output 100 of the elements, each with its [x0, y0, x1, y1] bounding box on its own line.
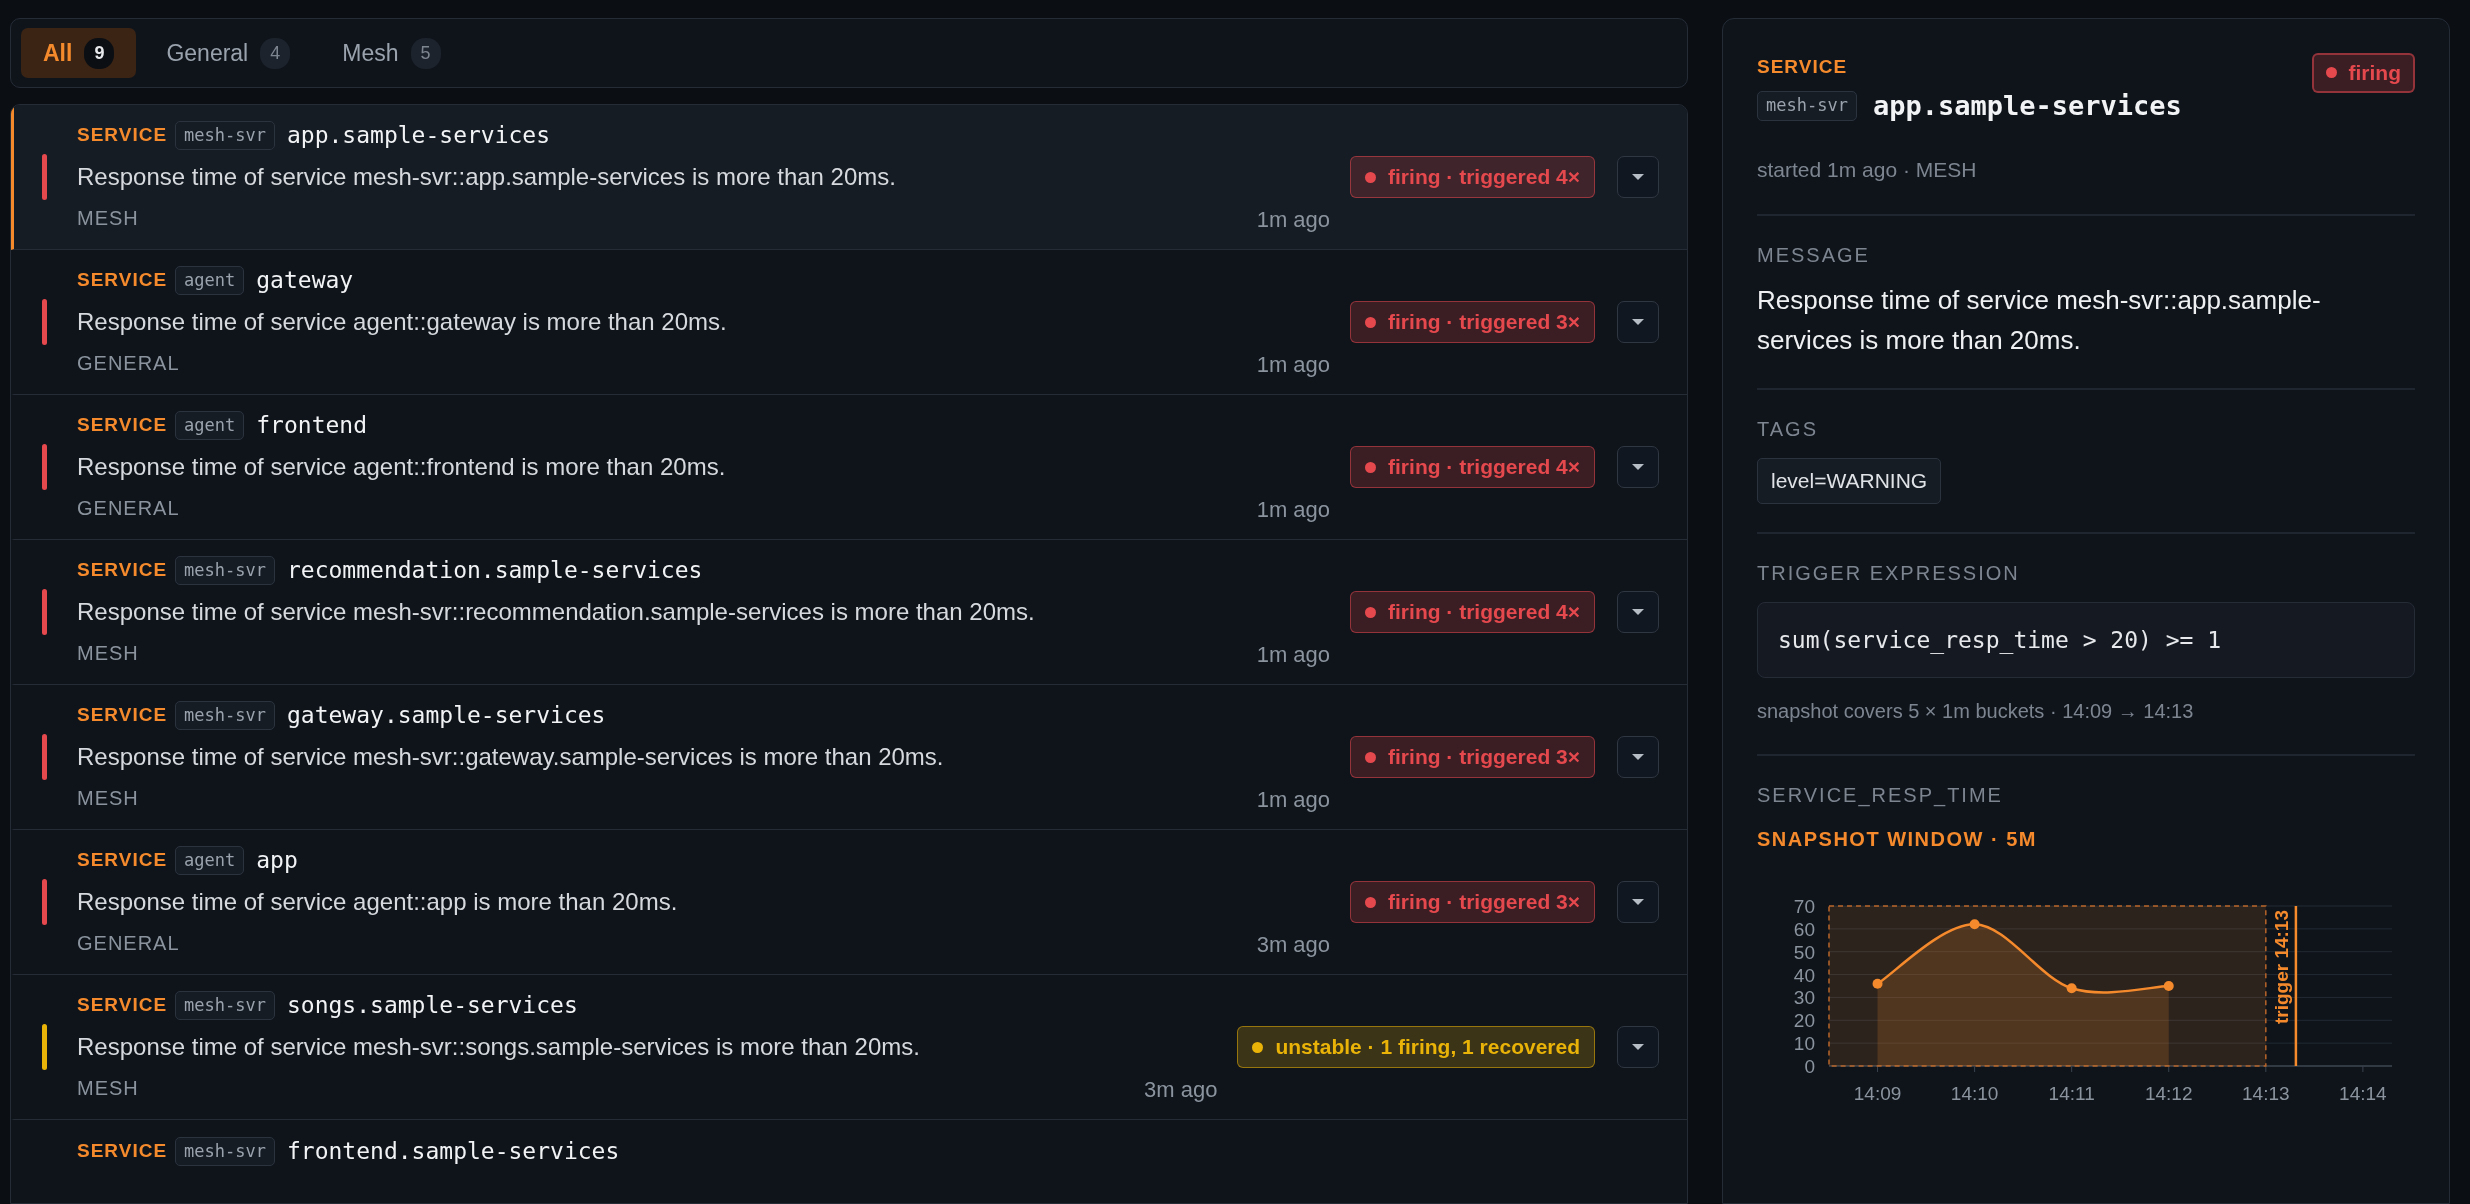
- alert-row[interactable]: SERVICE mesh-svr gateway.sample-services Response time of service mesh-svr::gateway.sample-services is more than 20ms. MESH 1m ago firing · triggered 3×: [11, 685, 1687, 830]
- x-tick-label: 14:09: [1853, 1083, 1902, 1105]
- group-label: GENERAL: [77, 350, 180, 376]
- category-label: SERVICE: [77, 1139, 168, 1163]
- scope-tag: mesh-svr: [175, 990, 275, 1021]
- alert-row[interactable]: SERVICE mesh-svr app.sample-services Response time of service mesh-svr::app.sample-services is more than 20ms. MESH 1m ago firing · triggered 4×: [11, 105, 1687, 250]
- time-ago: 1m ago: [1256, 205, 1331, 234]
- scope-tag: mesh-svr: [175, 1136, 275, 1166]
- section-label: SERVICE_RESP_TIME: [1757, 783, 2004, 809]
- time-ago: 1m ago: [1256, 495, 1331, 524]
- scope-tag: mesh-svr: [175, 700, 275, 731]
- section-label: TAGS: [1757, 417, 1819, 443]
- data-point: [2066, 983, 2077, 994]
- tab-label: General: [166, 38, 249, 68]
- time-ago: 1m ago: [1256, 350, 1331, 379]
- alert-message: Response time of service mesh-svr::songs.sample-services is more than 20ms.: [77, 1031, 921, 1062]
- group-label: GENERAL: [77, 495, 180, 521]
- y-tick-label: 40: [1793, 964, 1815, 986]
- y-tick-label: 10: [1793, 1033, 1815, 1055]
- scope-tag: agent: [175, 410, 245, 441]
- caret-icon: [1631, 608, 1645, 616]
- alert-message: Response time of service mesh-svr::recommendation.sample-services is more than 20ms.: [77, 596, 1036, 627]
- scope-tag: mesh-svr: [175, 120, 275, 151]
- alert-message: Response time of service mesh-svr::app.sample-services is more than 20ms.: [1757, 283, 2322, 357]
- scope-tag: agent: [175, 845, 245, 876]
- scope-tag: agent: [175, 265, 245, 296]
- scope-tag: mesh-svr: [1757, 91, 1857, 121]
- x-tick-label: 14:11: [2048, 1083, 2095, 1105]
- expand-button[interactable]: [1617, 736, 1659, 778]
- time-ago: 3m ago: [1144, 1075, 1218, 1104]
- expand-button[interactable]: [1617, 156, 1659, 198]
- caret-icon: [1631, 753, 1645, 761]
- caret-icon: [1631, 463, 1645, 471]
- tag-chip: level=WARNING: [1757, 458, 1942, 504]
- alert-row[interactable]: SERVICE agent gateway Response time of service agent::gateway is more than 20ms. GENERAL 1m ago firing · triggered 3×: [11, 250, 1687, 395]
- expand-button[interactable]: [1617, 1026, 1659, 1068]
- category-label: SERVICE: [77, 993, 168, 1018]
- count-badge: 5: [410, 37, 441, 69]
- expand-button[interactable]: [1617, 301, 1659, 343]
- x-tick-label: 14:10: [1950, 1083, 1999, 1105]
- expand-button[interactable]: [1617, 881, 1659, 923]
- y-tick-label: 30: [1793, 987, 1815, 1009]
- x-tick-label: 14:13: [2242, 1083, 2290, 1105]
- status-badge: unstable · 1 firing, 1 recovered: [1237, 1026, 1595, 1068]
- service-name: recommendation.sample-services: [286, 556, 703, 586]
- group-label: MESH: [77, 785, 139, 811]
- snapshot-note: snapshot covers 5 × 1m buckets · 14:09 → 14:13: [1757, 699, 2195, 725]
- category-label: SERVICE: [77, 268, 168, 293]
- status-badge: firing · triggered 3×: [1350, 736, 1595, 778]
- filter-tab[interactable]: Mesh 5: [320, 27, 463, 79]
- alert-message: Response time of service agent::app is more than 20ms.: [77, 886, 679, 917]
- time-ago: 3m ago: [1256, 930, 1331, 959]
- category-label: SERVICE: [77, 558, 168, 583]
- alert-row[interactable]: SERVICE mesh-svr songs.sample-services Response time of service mesh-svr::songs.sample-services is more than 20ms. MESH 3m ago unstable · 1 firing, 1 recovered: [11, 975, 1687, 1120]
- chart-title: SNAPSHOT WINDOW · 5M: [1757, 827, 2038, 853]
- caret-icon: [1631, 1043, 1645, 1051]
- data-point: [1872, 978, 1883, 989]
- service-name: frontend.sample-services: [286, 1137, 620, 1166]
- scope-tag: mesh-svr: [175, 555, 275, 586]
- y-tick-label: 70: [1793, 896, 1815, 918]
- x-tick-label: 14:14: [2339, 1083, 2387, 1105]
- caret-icon: [1631, 173, 1645, 181]
- status-badge: firing · triggered 3×: [1350, 301, 1595, 343]
- data-point: [2163, 981, 2174, 992]
- x-tick-label: 14:12: [2144, 1083, 2193, 1105]
- category-label: SERVICE: [77, 413, 168, 438]
- alert-row[interactable]: SERVICE mesh-svr recommendation.sample-services Response time of service mesh-svr::recommendation.sample-services is more than 20ms. MESH 1m ago firing · triggered 4×: [11, 540, 1687, 685]
- alert-message: Response time of service mesh-svr::gateway.sample-services is more than 20ms.: [77, 741, 945, 772]
- group-label: MESH: [77, 640, 139, 666]
- category-label: SERVICE: [1757, 55, 1849, 79]
- alert-row[interactable]: SERVICE agent frontend Response time of service agent::frontend is more than 20ms. GENERAL 1m ago firing · triggered 4×: [11, 395, 1687, 540]
- status-badge: firing: [2311, 53, 2415, 93]
- count-badge: 9: [84, 37, 115, 69]
- status-badge: firing · triggered 4×: [1350, 446, 1595, 488]
- service-name: gateway: [256, 266, 354, 296]
- caret-icon: [1631, 898, 1645, 906]
- expand-button[interactable]: [1617, 446, 1659, 488]
- status-badge: firing · triggered 4×: [1350, 156, 1595, 198]
- trigger-label: trigger 14:13: [2270, 910, 2292, 1025]
- y-tick-label: 20: [1793, 1010, 1815, 1032]
- alert-row[interactable]: SERVICE mesh-svr frontend.sample-services: [11, 1120, 1687, 1203]
- status-badge: firing · triggered 3×: [1350, 881, 1595, 923]
- service-name: app.sample-services: [286, 121, 551, 151]
- time-ago: 1m ago: [1256, 640, 1331, 669]
- section-label: MESSAGE: [1757, 242, 1871, 268]
- category-label: SERVICE: [77, 123, 168, 148]
- filter-tab[interactable]: All 9: [21, 27, 137, 79]
- expand-button[interactable]: [1617, 591, 1659, 633]
- service-name: gateway.sample-services: [286, 701, 606, 731]
- y-tick-label: 0: [1804, 1056, 1815, 1078]
- alert-message: Response time of service agent::gateway is more than 20ms.: [77, 306, 728, 337]
- expression-code: sum(service_resp_time > 20) >= 1: [1757, 601, 2415, 679]
- service-name: app.sample-services: [1872, 88, 2182, 123]
- alert-row[interactable]: SERVICE agent app Response time of service agent::app is more than 20ms. GENERAL 3m ago firing · triggered 3×: [11, 830, 1687, 975]
- group-label: GENERAL: [77, 930, 180, 956]
- group-label: MESH: [77, 205, 139, 231]
- section-label: TRIGGER EXPRESSION: [1757, 560, 2021, 586]
- filter-tab[interactable]: General 4: [144, 27, 313, 79]
- category-label: SERVICE: [77, 703, 168, 728]
- meta-text: started 1m ago · MESH: [1757, 157, 1978, 183]
